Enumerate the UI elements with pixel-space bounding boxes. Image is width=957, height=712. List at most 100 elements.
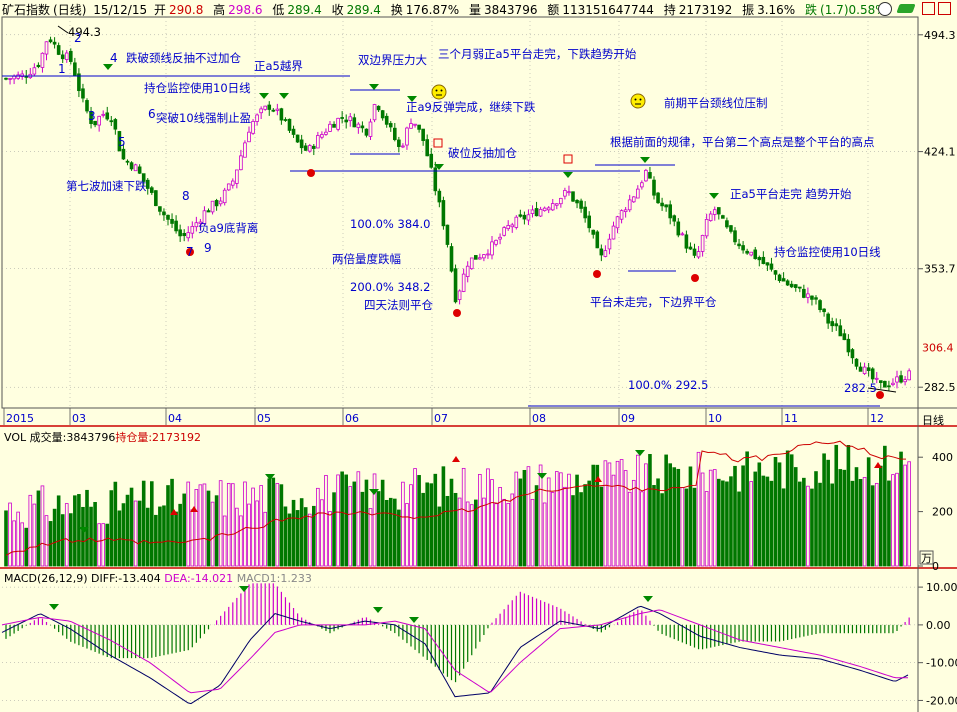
candle-body bbox=[789, 283, 794, 288]
candle-body bbox=[44, 41, 49, 55]
volume-bar bbox=[708, 469, 713, 567]
candle-body bbox=[830, 321, 834, 327]
annotation-text: 282.5 bbox=[844, 381, 877, 395]
candle-body bbox=[506, 225, 510, 230]
candle-body bbox=[239, 155, 243, 171]
candle-body bbox=[854, 358, 859, 367]
volume-bar bbox=[28, 494, 33, 567]
candle-body bbox=[125, 160, 130, 163]
candle-body bbox=[818, 300, 822, 311]
candle-body bbox=[478, 257, 482, 260]
volume-bar bbox=[340, 471, 344, 567]
volume-bar bbox=[392, 498, 397, 567]
down-arrow-marker bbox=[563, 172, 573, 178]
candle-body bbox=[214, 200, 219, 207]
volume-bar bbox=[16, 511, 20, 567]
time-label: 07 bbox=[434, 412, 448, 425]
time-label: 12 bbox=[870, 412, 884, 425]
volume-bar bbox=[874, 482, 879, 567]
candle-body bbox=[295, 134, 300, 143]
volume-bar bbox=[490, 479, 494, 567]
down-arrow-marker bbox=[49, 604, 59, 610]
volume-bar bbox=[40, 485, 45, 567]
candle-body bbox=[887, 385, 891, 388]
volume-bar bbox=[247, 503, 251, 567]
candle-body bbox=[550, 203, 555, 211]
down-arrow-marker bbox=[640, 157, 650, 163]
candle-body bbox=[846, 338, 851, 353]
volume-bar bbox=[502, 498, 506, 567]
candle-body bbox=[668, 204, 672, 219]
volume-bar bbox=[214, 495, 219, 567]
volume-bar bbox=[283, 506, 288, 567]
current-price-label: 306.4 bbox=[922, 341, 954, 354]
candle-body bbox=[461, 273, 466, 292]
volume-bar bbox=[866, 457, 871, 567]
down-arrow-marker bbox=[537, 473, 547, 479]
volume-bar bbox=[307, 513, 312, 567]
candle-body bbox=[640, 182, 644, 188]
candle-body bbox=[806, 293, 810, 298]
candle-body bbox=[235, 169, 239, 184]
volume-bar bbox=[822, 453, 826, 567]
volume-bar bbox=[239, 515, 243, 567]
volume-bar bbox=[36, 490, 41, 567]
candle-body bbox=[392, 127, 397, 141]
annotation-text: 正a5越界 bbox=[254, 59, 303, 73]
volume-bar bbox=[344, 474, 348, 567]
candle-body bbox=[457, 290, 462, 300]
volume-bar bbox=[749, 481, 753, 567]
volume-bar bbox=[854, 467, 859, 567]
candle-body bbox=[356, 123, 361, 128]
candle-body bbox=[16, 74, 20, 79]
dea-label: DEA: bbox=[164, 572, 190, 585]
candle-body bbox=[48, 39, 53, 43]
volume-bar bbox=[101, 523, 106, 567]
candle-body bbox=[360, 125, 365, 129]
guide-line bbox=[57, 25, 69, 34]
candle-body bbox=[903, 379, 907, 383]
volume-bar bbox=[368, 508, 373, 567]
volume-bar bbox=[259, 485, 263, 567]
volume-bar bbox=[230, 483, 235, 567]
volume-bar bbox=[279, 484, 284, 567]
candle-body bbox=[8, 78, 12, 80]
time-label: 04 bbox=[168, 412, 182, 425]
candle-body bbox=[222, 189, 227, 204]
candle-body bbox=[352, 117, 357, 128]
candle-body bbox=[631, 196, 636, 203]
red-dot-marker bbox=[691, 274, 699, 282]
time-label: 08 bbox=[532, 412, 546, 425]
volume-bar bbox=[506, 502, 510, 567]
candle-body bbox=[870, 368, 875, 380]
candle-body bbox=[538, 208, 543, 217]
candle-body bbox=[56, 45, 61, 55]
volume-bar bbox=[20, 522, 24, 567]
candle-body bbox=[745, 250, 749, 254]
volume-bar bbox=[887, 480, 891, 567]
candle-body bbox=[267, 104, 272, 110]
annotation-text: 持仓监控使用10日线 bbox=[774, 245, 881, 259]
volume-bar bbox=[210, 501, 215, 567]
volume-bar bbox=[676, 468, 681, 567]
smiley-eye bbox=[639, 98, 642, 101]
volume-bar bbox=[733, 465, 737, 567]
volume-bar bbox=[684, 488, 689, 567]
candle-body bbox=[397, 139, 401, 147]
annotation-text: 三个月弱正a5平台走完，下跌趋势开始 bbox=[438, 47, 637, 61]
volume-bar bbox=[441, 466, 446, 567]
volume-bar bbox=[806, 485, 810, 567]
volume-bar bbox=[879, 465, 883, 567]
volume-bar bbox=[530, 498, 535, 567]
volume-bar bbox=[12, 520, 16, 567]
candle-body bbox=[186, 232, 191, 239]
volume-bar bbox=[105, 523, 110, 567]
candle-body bbox=[174, 220, 178, 232]
time-label: 06 bbox=[345, 412, 359, 425]
candle-body bbox=[899, 375, 903, 383]
candle-body bbox=[607, 238, 612, 250]
candle-body bbox=[372, 104, 377, 121]
candle-body bbox=[283, 119, 288, 121]
volume-bar bbox=[178, 503, 182, 567]
candle-body bbox=[206, 210, 211, 213]
